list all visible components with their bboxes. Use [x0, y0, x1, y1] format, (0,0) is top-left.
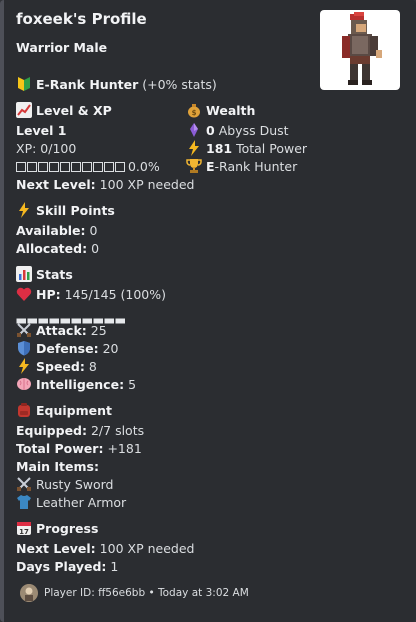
item-leather-armor: Leather Armor [16, 494, 126, 512]
progress-header: 17 Progress [16, 520, 98, 538]
bar-segment [71, 162, 81, 172]
shield-icon [16, 340, 32, 356]
bar-segment [60, 162, 70, 172]
bar-segment [115, 318, 125, 324]
total-power-line: 181 Total Power [186, 140, 307, 158]
equipment-power-line: Total Power: +181 [16, 441, 142, 456]
profile-title: foxeek's Profile [16, 10, 147, 28]
stats-header: Stats [16, 266, 73, 284]
bar-segment [82, 162, 92, 172]
lightning-icon [16, 202, 32, 218]
calendar-icon: 17 [16, 520, 32, 536]
hp-line: HP: 145/145 (100%) [16, 286, 166, 304]
player-avatar[interactable] [20, 584, 38, 602]
svg-text:$: $ [192, 109, 197, 117]
trophy-icon [186, 158, 202, 174]
crossed-swords-icon [16, 322, 32, 338]
attack-line: Attack: 25 [16, 322, 107, 340]
character-thumbnail[interactable] [320, 10, 400, 90]
equipment-header: Equipment [16, 402, 112, 420]
allocated-line: Allocated: 0 [16, 241, 100, 256]
crossed-swords-icon [16, 476, 32, 492]
bar-segment [27, 162, 37, 172]
intelligence-line: Intelligence: 5 [16, 376, 136, 394]
bar-chart-icon [16, 266, 32, 282]
abyss-dust-line: 0 Abyss Dust [186, 122, 289, 140]
beginner-badge-icon [16, 76, 32, 92]
svg-text:17: 17 [19, 528, 29, 536]
bar-segment [104, 162, 114, 172]
wealth-rank-line: E-Rank Hunter [186, 158, 297, 176]
footer-text: Player ID: ff56e6bb • Today at 3:02 AM [44, 587, 249, 599]
main-items-label: Main Items: [16, 459, 99, 474]
item-rusty-sword: Rusty Sword [16, 476, 114, 494]
rank-line: E-Rank Hunter (+0% stats) [16, 76, 217, 94]
profile-embed: foxeek's Profile Warrior Male E-Rank Hun… [0, 0, 416, 622]
backpack-icon [16, 402, 32, 418]
next-level-line: Next Level: 100 XP needed [16, 177, 195, 192]
xp-percent: 0.0% [127, 159, 160, 174]
bar-segment [93, 162, 103, 172]
bar-segment [16, 162, 26, 172]
speed-line: Speed: 8 [16, 358, 97, 376]
profile-subtitle: Warrior Male [16, 40, 108, 55]
rank-bonus: (+0% stats) [142, 77, 217, 92]
level-header: Level & XP [16, 102, 112, 120]
purple-crystal-icon [186, 122, 202, 138]
money-bag-icon: $ [186, 102, 202, 118]
chart-increasing-icon [16, 102, 32, 118]
equipped-line: Equipped: 2/7 slots [16, 423, 145, 438]
level-text: Level 1 [16, 123, 67, 138]
rank-label: E-Rank Hunter [36, 77, 139, 92]
available-line: Available: 0 [16, 223, 98, 238]
brain-icon [16, 376, 32, 392]
defense-line: Defense: 20 [16, 340, 118, 358]
skill-points-header: Skill Points [16, 202, 115, 220]
bar-segment [38, 162, 48, 172]
days-played-line: Days Played: 1 [16, 559, 119, 574]
bar-segment [115, 162, 125, 172]
progress-next-level-line: Next Level: 100 XP needed [16, 541, 195, 556]
lightning-icon [16, 358, 32, 374]
heart-icon [16, 286, 32, 302]
bar-segment [49, 162, 59, 172]
lightning-icon [186, 140, 202, 156]
wealth-header: $ Wealth [186, 102, 255, 120]
knight-sprite-icon [342, 12, 382, 85]
xp-progress: □□□□□□□□□□ 0.0% [16, 158, 160, 178]
shirt-icon [16, 494, 32, 510]
xp-text: XP: 0/100 [16, 141, 77, 156]
